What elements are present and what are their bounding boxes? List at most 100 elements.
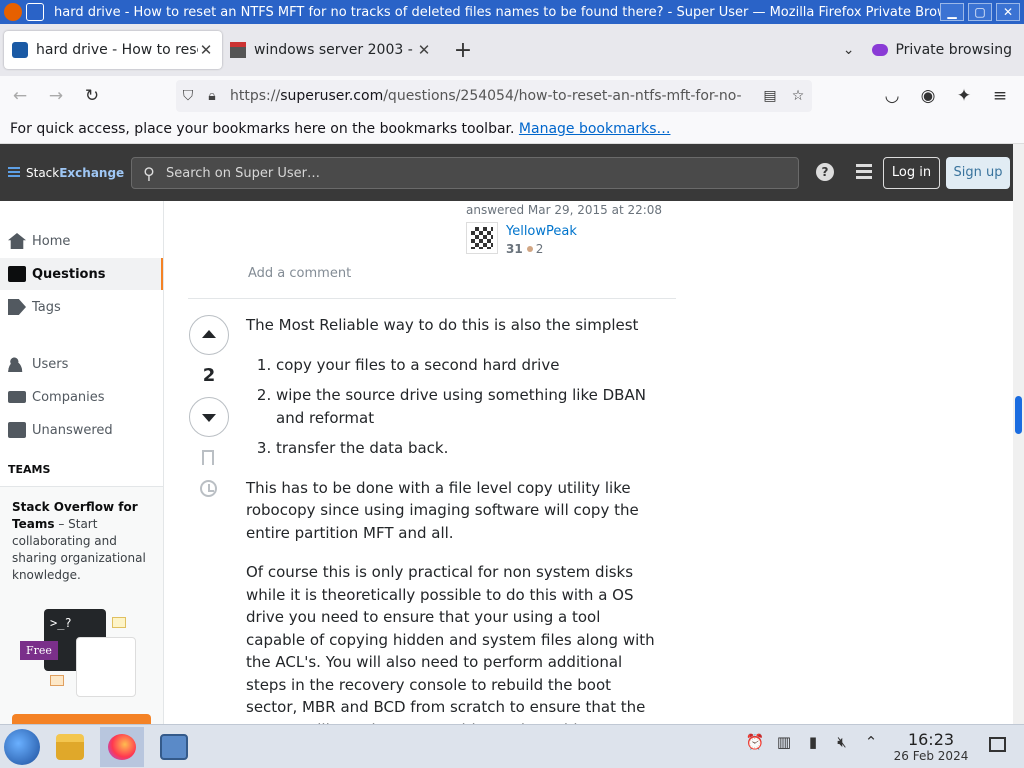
sidebar-item-unanswered[interactable]: Unanswered	[0, 414, 163, 446]
manage-bookmarks-link[interactable]: Manage bookmarks…	[519, 121, 671, 137]
list-item: transfer the data back.	[276, 437, 664, 460]
list-all-tabs-button[interactable]: ⌄	[843, 42, 855, 58]
close-tab-icon[interactable]: ✕	[198, 41, 214, 59]
superuser-favicon-icon	[12, 42, 28, 58]
scrollbar-thumb[interactable]	[1015, 396, 1022, 434]
close-window-button[interactable]: ✕	[996, 3, 1020, 21]
bookmarks-hint: For quick access, place your bookmarks h…	[10, 121, 515, 137]
extensions-icon[interactable]: ✦	[948, 80, 980, 112]
answered-timestamp: answered Mar 29, 2015 at 22:08	[466, 203, 663, 217]
home-icon	[8, 233, 26, 249]
history-icon[interactable]	[200, 480, 217, 497]
tray-expand-icon[interactable]: ⌃	[860, 733, 882, 755]
checklist-illustration	[76, 637, 136, 697]
back-button[interactable]: ←	[4, 80, 36, 112]
teams-heading: TEAMS	[8, 463, 51, 476]
folder-icon	[56, 733, 84, 760]
tag-icon	[8, 299, 26, 315]
bookmarks-toolbar: For quick access, place your bookmarks h…	[0, 116, 1024, 144]
close-tab-icon[interactable]: ✕	[416, 41, 432, 59]
left-sidebar: Home Questions Tags Users Companies Unan…	[0, 201, 164, 724]
sidebar-item-questions[interactable]: Questions	[0, 258, 163, 290]
users-icon	[8, 356, 26, 372]
clipboard-icon[interactable]: ▥	[773, 733, 795, 755]
clock-time: 16:23	[907, 730, 955, 749]
navigation-toolbar: ← → ↻ ⛉ 🔒︎ https://superuser.com/questio…	[0, 76, 1024, 116]
clock[interactable]: 16:23 26 Feb 2024	[888, 730, 974, 763]
bookmark-icon[interactable]	[202, 450, 214, 465]
taskbar-system-monitor[interactable]	[152, 727, 196, 767]
tab-title: hard drive - How to reset	[36, 42, 198, 58]
new-tab-button[interactable]: +	[448, 38, 478, 63]
add-comment-link[interactable]: Add a comment	[248, 266, 351, 281]
account-icon[interactable]: ◉	[912, 80, 944, 112]
downvote-button[interactable]	[189, 397, 229, 437]
sidebar-item-tags[interactable]: Tags	[0, 291, 163, 323]
user-avatar[interactable]	[466, 222, 498, 254]
forward-button[interactable]: →	[40, 80, 72, 112]
questions-icon	[8, 266, 26, 282]
stackexchange-logo-icon	[8, 166, 20, 179]
maximize-button[interactable]: ▢	[968, 3, 992, 21]
reload-button[interactable]: ↻	[76, 80, 108, 112]
app-menu-icon[interactable]: ≡	[984, 80, 1016, 112]
volume-muted-icon[interactable]: 🔇︎	[831, 733, 853, 755]
show-desktop-icon[interactable]	[989, 737, 1006, 752]
window-title: hard drive - How to reset an NTFS MFT fo…	[54, 4, 940, 20]
clock-date: 26 Feb 2024	[893, 749, 969, 763]
tab-title: windows server 2003 - H	[254, 42, 416, 58]
taskbar-firefox[interactable]	[100, 726, 144, 767]
taskbar-file-manager[interactable]	[48, 727, 92, 767]
sidebar-item-companies[interactable]: Companies	[0, 381, 163, 413]
firefox-icon	[4, 3, 22, 21]
terminal-prompt: >_?	[50, 616, 72, 630]
serverfault-favicon-icon	[230, 42, 246, 58]
search-input[interactable]	[166, 165, 766, 181]
firefox-icon	[108, 733, 136, 760]
vote-count: 2	[202, 365, 216, 386]
tab-superuser[interactable]: hard drive - How to reset ✕	[4, 31, 222, 69]
upvote-button[interactable]	[189, 315, 229, 355]
system-tray: ⏰ ▥ ▮ 🔇︎ ⌃	[744, 733, 889, 755]
window-menu-icon[interactable]	[26, 3, 44, 21]
answer-body: The Most Reliable way to do this is also…	[246, 314, 664, 768]
stackexchange-header: StackExchange ⚲ ? Log in Sign up	[0, 144, 1013, 201]
page-scrollbar[interactable]	[1013, 144, 1024, 724]
chat-bubble-icon	[112, 617, 126, 628]
reader-view-icon[interactable]: ▤	[756, 88, 784, 104]
chat-bubble-icon	[50, 675, 64, 686]
bookmark-star-icon[interactable]: ☆	[784, 88, 812, 104]
help-icon[interactable]: ?	[816, 163, 834, 181]
start-button[interactable]	[4, 728, 40, 765]
private-mask-icon	[872, 44, 889, 56]
site-search[interactable]: ⚲	[131, 157, 799, 189]
free-badge: Free	[20, 641, 58, 660]
window-titlebar: hard drive - How to reset an NTFS MFT fo…	[0, 0, 1024, 24]
url-bar[interactable]: ⛉ 🔒︎ https://superuser.com/questions/254…	[176, 80, 812, 112]
notifications-icon[interactable]: ⏰	[744, 733, 766, 755]
site-switcher-icon[interactable]	[856, 164, 872, 180]
battery-icon[interactable]: ▮	[802, 733, 824, 755]
login-button[interactable]: Log in	[883, 157, 940, 189]
user-name-link[interactable]: YellowPeak	[506, 224, 577, 239]
teams-illustration: >_? Free	[20, 605, 140, 697]
answer-intro: The Most Reliable way to do this is also…	[246, 316, 639, 334]
tracking-protection-shield-icon[interactable]: ⛉	[176, 88, 200, 104]
unanswered-icon	[8, 422, 26, 438]
private-browsing-indicator: Private browsing	[872, 42, 1012, 58]
teams-cta-button[interactable]	[12, 714, 151, 724]
stackexchange-logo[interactable]: Stack Exchange	[8, 166, 124, 180]
tab-strip: hard drive - How to reset ✕ windows serv…	[0, 24, 1024, 76]
monitor-icon	[160, 733, 188, 760]
sidebar-item-home[interactable]: Home	[0, 225, 163, 257]
pocket-icon[interactable]: ◡	[876, 80, 908, 112]
lock-icon[interactable]: 🔒︎	[200, 88, 224, 104]
signup-button[interactable]: Sign up	[946, 157, 1010, 189]
tab-serverfault[interactable]: windows server 2003 - H ✕	[222, 31, 440, 69]
sidebar-item-users[interactable]: Users	[0, 348, 163, 380]
url-text[interactable]: https://superuser.com/questions/254054/h…	[224, 88, 756, 104]
briefcase-icon	[8, 391, 26, 403]
list-item: copy your files to a second hard drive	[276, 354, 664, 377]
minimize-button[interactable]: ▁	[940, 3, 964, 21]
user-reputation: 31 2	[506, 242, 544, 256]
